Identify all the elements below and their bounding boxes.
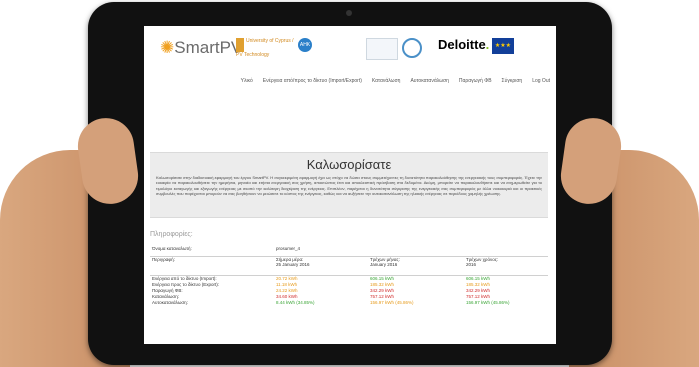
smartpv-logo[interactable]: ✺SmartPV [160,38,242,58]
user-label: Όνομα καταναλωτή: [150,246,274,257]
col-year-header: Τρέχων χρόνος: 2016 [464,256,548,276]
ucy-logo: University of Cyprus / PV Technology [236,38,294,58]
sun-icon: ✺ [160,38,175,57]
header: ✺SmartPV University of Cyprus / PV Techn… [144,26,556,66]
day-value: 8.44 kWh (34.85%) [276,300,315,305]
tablet-screen: ✺SmartPV University of Cyprus / PV Techn… [144,26,556,344]
nav-item-pv-production[interactable]: Παραγωγή ΦΒ [459,78,492,88]
year-value: 156.97 kWh (45.86%) [466,300,510,305]
welcome-panel: Καλωσορίσατε Καλωσορίσατε στην διαδικτυα… [150,152,548,218]
welcome-title: Καλωσορίσατε [306,157,392,172]
partner-logo [366,38,398,60]
nav-item-material[interactable]: Υλικό [241,78,253,88]
period-label: Περιγραφή: [150,256,274,276]
round-logo [402,38,422,58]
info-table: Όνομα καταναλωτή: prosumer_4 Περιγραφή: … [150,246,548,306]
table-row: Αυτοκατανάλωση: 8.44 kWh (34.85%) 156.97… [150,300,548,306]
welcome-text: Καλωσορίσατε στην διαδικτυακή εφαρμογή τ… [156,175,542,197]
eu-flag-icon: ★★★ [492,38,514,54]
user-value: prosumer_4 [274,246,548,257]
nav-item-self-consumption[interactable]: Αυτοκατανάλωση [410,78,448,88]
nav-item-logout[interactable]: Log Out [532,78,550,88]
col-day-header: Σήμερα μέρα: 25 January 2016 [274,256,368,276]
nav-item-import-export[interactable]: Ενέργεια από/προς το δίκτυο (Import/Expo… [263,78,362,88]
nav-item-compare[interactable]: Σύγκριση [502,78,523,88]
month-value: 156.97 kWh (45.86%) [370,300,414,305]
main-nav: Υλικό Ενέργεια από/προς το δίκτυο (Impor… [144,78,556,88]
aha-logo: AHK [298,38,362,58]
col-month-header: Τρέχων μήνας: January 2016 [368,256,464,276]
row-label: Αυτοκατανάλωση: [152,300,188,305]
info-title: Πληροφορίες: [150,231,193,238]
nav-item-consumption[interactable]: Κατανάλωση [372,78,401,88]
camera-icon [346,10,352,16]
tablet-device: ✺SmartPV University of Cyprus / PV Techn… [88,2,612,365]
